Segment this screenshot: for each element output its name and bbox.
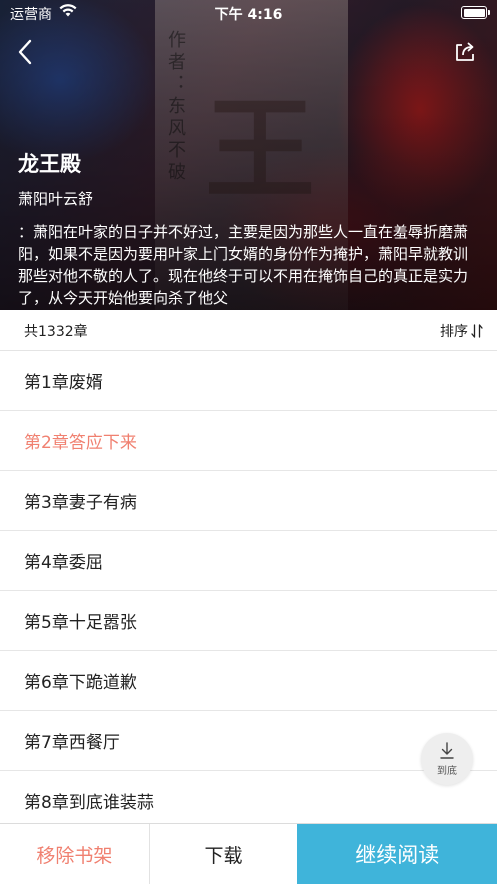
chapter-item[interactable]: 第5章十足嚣张 [0, 591, 497, 651]
chapter-item[interactable]: 第4章委屈 [0, 531, 497, 591]
remove-from-shelf-button[interactable]: 移除书架 [0, 824, 150, 884]
book-description: ：萧阳在叶家的日子并不好过，主要是因为那些人一直在羞辱折磨萧阳，如果不是因为要用… [18, 223, 469, 307]
chapter-item[interactable]: 第8章到底谁装蒜 [0, 771, 497, 823]
back-button[interactable] [14, 38, 38, 66]
chapter-item[interactable]: 第6章下跪道歉 [0, 651, 497, 711]
chapter-item-current[interactable]: 第2章答应下来 [0, 411, 497, 471]
clock: 下午 4:16 [214, 7, 283, 23]
chapter-count: 共1332章 [24, 324, 88, 340]
chapter-label: 第6章下跪道歉 [24, 673, 137, 693]
chapter-label: 第1章废婿 [24, 373, 103, 393]
chevron-left-icon [18, 39, 32, 65]
chapter-item[interactable]: 第1章废婿 [0, 351, 497, 411]
chapter-label: 第2章答应下来 [24, 433, 137, 453]
bottom-action-bar: 移除书架 下载 继续阅读 [0, 823, 497, 884]
chapter-label: 第7章西餐厅 [24, 733, 120, 753]
cover-title-glyph: 王 [205, 85, 315, 214]
sort-label: 排序 [440, 324, 468, 340]
share-button[interactable] [453, 40, 477, 64]
continue-reading-button[interactable]: 继续阅读 [297, 824, 497, 884]
chapter-label: 第5章十足嚣张 [24, 613, 137, 633]
sort-button[interactable]: 排序 [440, 321, 483, 341]
battery-icon [461, 6, 490, 19]
chapter-label: 第3章妻子有病 [24, 493, 137, 513]
share-icon [456, 42, 474, 61]
chapter-label: 第4章委屈 [24, 553, 103, 573]
status-bar: 运营商 下午 4:16 [0, 0, 497, 26]
cover-calligraphy: 作者：东风不破 [165, 30, 186, 184]
download-button[interactable]: 下载 [150, 824, 298, 884]
scroll-to-bottom-button[interactable]: 到底 [421, 733, 473, 785]
sort-icon [471, 324, 483, 338]
chapter-item[interactable]: 第3章妻子有病 [0, 471, 497, 531]
chapter-label: 第8章到底谁装蒜 [24, 793, 154, 813]
download-arrow-icon [440, 741, 454, 759]
scroll-to-bottom-label: 到底 [437, 765, 457, 777]
book-author: 萧阳叶云舒 [18, 190, 94, 208]
chapter-count-bar: 共1332章 排序 [0, 310, 497, 351]
book-title: 龙王殿 [18, 152, 81, 176]
